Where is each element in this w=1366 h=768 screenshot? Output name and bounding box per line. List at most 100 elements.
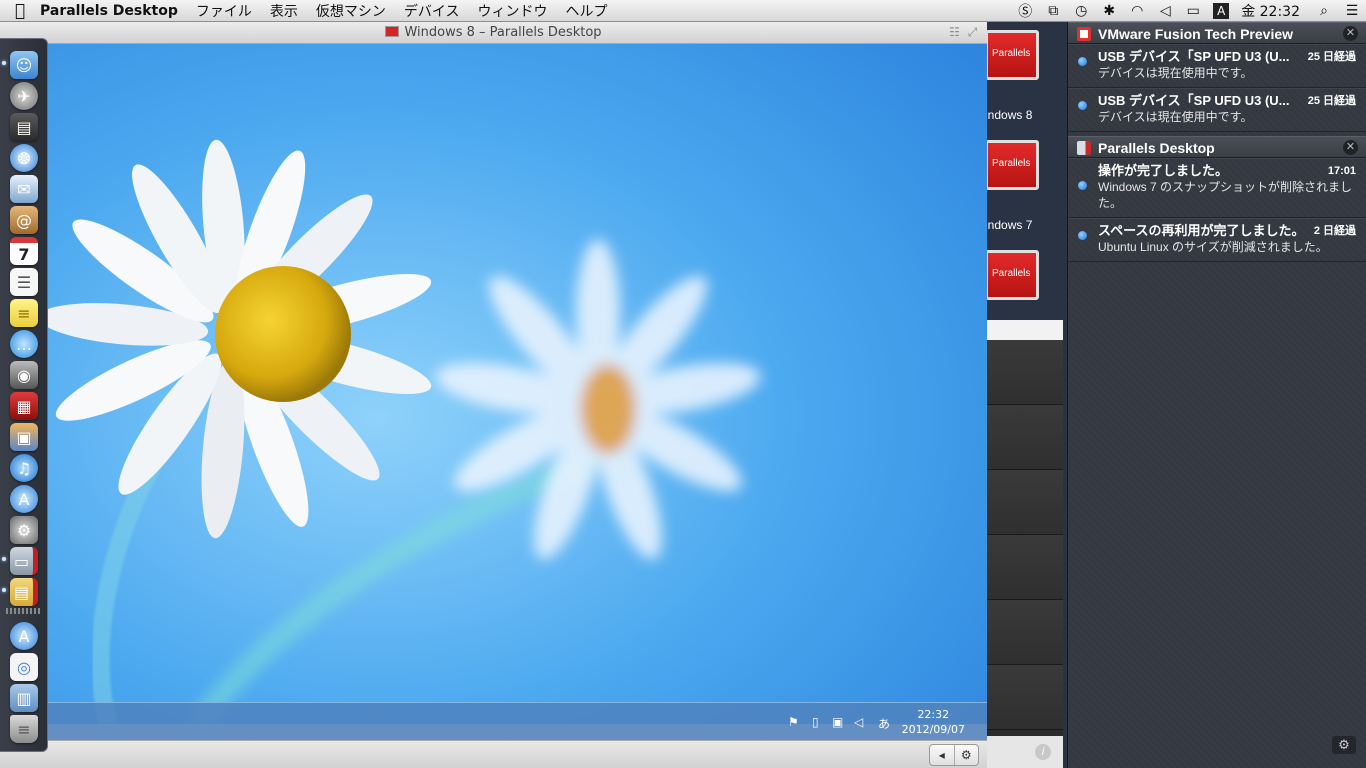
- windows-8-desktop[interactable]: [48, 44, 987, 724]
- notification-center: VMware Fusion Tech Preview ✕ USB デバイス「SP…: [1067, 22, 1366, 768]
- mission-control-icon[interactable]: ▤: [10, 113, 38, 141]
- notification-time: 25 日経過: [1307, 51, 1356, 63]
- app-store-icon[interactable]: A: [10, 485, 38, 513]
- reminders-icon[interactable]: ☰: [10, 268, 38, 296]
- menubar-clock[interactable]: 金 22:32: [1241, 1, 1300, 21]
- vmware-fusion-icon: [1077, 27, 1091, 41]
- itunes-icon[interactable]: ♫: [10, 454, 38, 482]
- vm-titlebar[interactable]: Windows 8 – Parallels Desktop ☷ ⤢: [0, 22, 987, 44]
- fullscreen-icon[interactable]: ⤢: [966, 26, 979, 39]
- notification-item[interactable]: USB デバイス「SP UFD U3 (U... 25 日経過 デバイスは現在使用…: [1068, 44, 1366, 88]
- taskbar-time: 22:32: [917, 708, 950, 721]
- running-indicator: [2, 588, 6, 592]
- menu-bar:  Parallels Desktop ファイル 表示 仮想マシン デバイス ウ…: [0, 0, 1366, 22]
- parallels-badge: Parallels: [992, 158, 1031, 169]
- parallels-badge: Parallels: [992, 48, 1031, 59]
- wifi-icon[interactable]: ◠: [1123, 3, 1151, 19]
- windows-taskbar: ⚑ ▯ ▣ ◁ あ 22:32 2012/09/07: [48, 702, 987, 740]
- notes-icon[interactable]: ≡: [10, 299, 38, 327]
- nc-group-header-vmware[interactable]: VMware Fusion Tech Preview ✕: [1068, 22, 1366, 44]
- power-icon[interactable]: ▯: [812, 715, 819, 729]
- notification-body: Windows 7 のスナップショットが削除されました。: [1098, 180, 1353, 210]
- collapse-arrow-icon[interactable]: ◂: [930, 745, 955, 765]
- network-icon[interactable]: ▣: [832, 715, 843, 729]
- close-icon[interactable]: ✕: [1343, 140, 1358, 155]
- menu-devices[interactable]: デバイス: [404, 1, 460, 21]
- finder-icon[interactable]: ☺: [10, 51, 38, 79]
- parallels-folder-icon[interactable]: ▤: [10, 578, 38, 606]
- parallels-badge: Parallels: [992, 268, 1031, 279]
- launchpad-icon[interactable]: ✈: [10, 82, 38, 110]
- notification-body: デバイスは現在使用中です。: [1098, 66, 1253, 80]
- input-method-icon[interactable]: A: [1213, 3, 1230, 19]
- menu-file[interactable]: ファイル: [196, 1, 252, 21]
- volume-icon[interactable]: ◁: [1151, 3, 1179, 19]
- spotlight-icon[interactable]: ⌕: [1310, 3, 1338, 19]
- contacts-icon[interactable]: @: [10, 206, 38, 234]
- system-preferences-icon[interactable]: ⚙: [10, 516, 38, 544]
- running-indicator: [2, 61, 6, 65]
- mail-stamp-icon[interactable]: ✉: [10, 175, 38, 203]
- documents-stack-icon[interactable]: ◎: [10, 653, 38, 681]
- notification-item[interactable]: 操作が完了しました。 17:01 Windows 7 のスナップショットが削除され…: [1068, 158, 1366, 218]
- parallels-icon[interactable]: ⧉: [1039, 3, 1067, 19]
- gear-icon[interactable]: ⚙: [955, 745, 979, 765]
- script-icon[interactable]: Ⓢ: [1011, 1, 1039, 21]
- notification-center-icon[interactable]: ☰: [1338, 3, 1366, 19]
- notification-item[interactable]: USB デバイス「SP UFD U3 (U... 25 日経過 デバイスは現在使用…: [1068, 88, 1366, 132]
- nc-group-header-parallels[interactable]: Parallels Desktop ✕: [1068, 136, 1366, 158]
- menu-window[interactable]: ウィンドウ: [477, 1, 547, 21]
- notification-title: スペースの再利用が完了しました。: [1098, 223, 1305, 238]
- menu-view[interactable]: 表示: [270, 1, 298, 21]
- photo-booth-icon[interactable]: ▦: [10, 392, 38, 420]
- parallels-desktop-icon[interactable]: ▭: [10, 547, 38, 575]
- notification-title: USB デバイス「SP UFD U3 (U...: [1098, 93, 1290, 108]
- safari-icon[interactable]: ❂: [10, 144, 38, 172]
- notification-time: 25 日経過: [1307, 95, 1356, 107]
- list-row[interactable]: [985, 405, 1063, 470]
- iphoto-icon[interactable]: ▣: [10, 423, 38, 451]
- vm-control-buttons: ◂ ⚙: [929, 744, 979, 766]
- running-indicator: [2, 557, 6, 561]
- notification-body: Ubuntu Linux のサイズが削減されました。: [1098, 240, 1328, 254]
- unread-dot: [1078, 181, 1087, 190]
- vm-label: indows 7: [985, 218, 1033, 232]
- facetime-icon[interactable]: ◉: [10, 361, 38, 389]
- app-menu[interactable]: Parallels Desktop: [40, 3, 178, 19]
- menu-virtual-machine[interactable]: 仮想マシン: [316, 1, 386, 21]
- vm-monitor-icon: Parallels: [985, 30, 1039, 80]
- trash-icon[interactable]: ≡: [10, 715, 38, 743]
- taskbar-clock[interactable]: 22:32 2012/09/07: [902, 707, 965, 737]
- control-center-bottom-bar: [985, 736, 1063, 768]
- action-center-icon[interactable]: ⚑: [788, 715, 799, 729]
- close-icon[interactable]: ✕: [1343, 26, 1358, 41]
- ime-indicator[interactable]: あ: [878, 715, 890, 732]
- list-row[interactable]: [985, 470, 1063, 535]
- battery-icon[interactable]: ▭: [1179, 3, 1207, 19]
- time-machine-icon[interactable]: ◷: [1067, 3, 1095, 19]
- control-center-list: [985, 320, 1063, 768]
- notification-item[interactable]: スペースの再利用が完了しました。 2 日経過 Ubuntu Linux のサイズが…: [1068, 218, 1366, 262]
- nc-settings-gear-icon[interactable]: ⚙: [1332, 736, 1356, 754]
- calendar-icon[interactable]: 7: [10, 237, 38, 265]
- coherence-icon[interactable]: ☷: [948, 26, 961, 39]
- vm-monitor-icon: Parallels: [985, 250, 1039, 300]
- parallels-desktop-app-icon: [1077, 141, 1091, 155]
- bluetooth-icon[interactable]: ✱: [1095, 3, 1123, 19]
- apple-icon[interactable]: : [0, 1, 40, 21]
- nc-group-title: Parallels Desktop: [1098, 140, 1215, 156]
- notification-title: USB デバイス「SP UFD U3 (U...: [1098, 49, 1290, 64]
- notification-time: 17:01: [1327, 165, 1356, 177]
- vm-window-title: Windows 8 – Parallels Desktop: [404, 25, 602, 40]
- speaker-icon[interactable]: ◁: [854, 715, 863, 729]
- downloads-stack-icon[interactable]: ▥: [10, 684, 38, 712]
- info-icon[interactable]: i: [1035, 744, 1051, 760]
- list-row[interactable]: [985, 600, 1063, 665]
- messages-icon[interactable]: …: [10, 330, 38, 358]
- nc-group-title: VMware Fusion Tech Preview: [1098, 26, 1294, 42]
- list-row[interactable]: [985, 665, 1063, 730]
- applications-stack-icon[interactable]: A: [10, 622, 38, 650]
- list-row[interactable]: [985, 535, 1063, 600]
- list-row[interactable]: [985, 340, 1063, 405]
- menu-help[interactable]: ヘルプ: [565, 1, 607, 21]
